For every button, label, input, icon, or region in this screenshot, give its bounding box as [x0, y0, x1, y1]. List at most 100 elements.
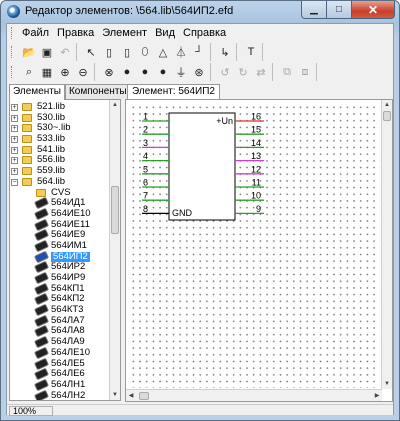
folder-icon: [22, 167, 32, 176]
pin-number[interactable]: 14: [251, 138, 261, 148]
pin-number[interactable]: 5: [143, 164, 148, 174]
pin-number[interactable]: 3: [143, 138, 148, 148]
ground-pin-label[interactable]: GND: [172, 208, 193, 218]
expand-icon[interactable]: +: [11, 157, 18, 165]
scroll-up-icon[interactable]: ▲: [110, 100, 120, 110]
pin-number[interactable]: 8: [143, 204, 148, 214]
toolbar-grip[interactable]: [11, 46, 14, 58]
expand-icon[interactable]: +: [11, 114, 18, 122]
no-connect-icon[interactable]: ⊗: [101, 64, 117, 80]
component-symbol[interactable]: 12345678161514131211109+UnGND: [128, 102, 380, 388]
scroll-right-icon[interactable]: ▶: [372, 391, 382, 401]
tree-element[interactable]: 564ЛЕ10: [10, 346, 110, 359]
tree-element[interactable]: 564ЛН1: [10, 379, 110, 391]
swap-icon[interactable]: ⇄: [253, 64, 269, 80]
pin-number[interactable]: 15: [251, 125, 261, 135]
editor-area: 1 2 3 4 5 6 7 8 16 15 14 13 12 11 10 9 +Un GND ▲ ▼ ◀ ▶: [125, 99, 393, 402]
tree-item-label: 564ЛЕ10: [51, 346, 90, 358]
menu-element[interactable]: Элемент: [98, 27, 151, 39]
pin-number[interactable]: 2: [143, 125, 148, 135]
save-icon[interactable]: ▣: [39, 44, 55, 60]
pin-number[interactable]: 16: [251, 112, 261, 122]
power-pin-icon[interactable]: ⊛: [191, 64, 207, 80]
power-pin-label[interactable]: +Un: [216, 116, 233, 126]
line-icon[interactable]: ┘: [191, 44, 207, 60]
tab-components[interactable]: Компоненты: [64, 84, 131, 99]
rotate-right-icon[interactable]: ↻: [235, 64, 251, 80]
undo-icon[interactable]: ↶: [57, 44, 73, 60]
editor-vertical-scrollbar[interactable]: ▲ ▼: [381, 100, 392, 389]
zoom-fit-icon[interactable]: ⌕: [21, 64, 37, 80]
expand-icon[interactable]: +: [11, 136, 18, 144]
folder-icon: [22, 113, 32, 122]
open-folder-icon[interactable]: 📂: [21, 44, 37, 60]
chip-icon: [35, 337, 48, 348]
triangle-bar-icon[interactable]: ⏃: [173, 44, 189, 60]
pin-number[interactable]: 4: [143, 151, 148, 161]
close-icon: ✕: [367, 2, 379, 17]
tab-elements[interactable]: Элементы: [9, 84, 65, 100]
pin-green-icon[interactable]: ●: [119, 64, 135, 80]
pin-number[interactable]: 9: [256, 204, 261, 214]
collapse-icon[interactable]: −: [11, 178, 18, 186]
zoom-in-icon[interactable]: ⊕: [57, 64, 73, 80]
editor-hscroll-thumb[interactable]: [139, 392, 149, 400]
drawing-canvas[interactable]: 1 2 3 4 5 6 7 8 16 15 14 13 12 11 10 9 +Un GND: [128, 102, 380, 388]
rotate-left-icon[interactable]: ↺: [217, 64, 233, 80]
expand-icon[interactable]: +: [11, 125, 18, 133]
pin-number[interactable]: 6: [143, 178, 148, 188]
menu-file[interactable]: Файл: [18, 27, 53, 39]
scroll-left-icon[interactable]: ◀: [126, 391, 136, 401]
chip-icon: [35, 305, 48, 316]
zoom-out-icon[interactable]: ⊖: [75, 64, 91, 80]
pin-number[interactable]: 7: [143, 191, 148, 201]
pin-yellow-icon[interactable]: ●: [155, 64, 171, 80]
ellipse-icon[interactable]: ⬯: [137, 44, 153, 60]
text-tool-icon[interactable]: T: [243, 44, 259, 60]
menu-help[interactable]: Справка: [179, 27, 230, 39]
editor-horizontal-scrollbar[interactable]: ◀ ▶: [126, 389, 382, 401]
tree-scrollbar[interactable]: ▲ ▼: [109, 100, 120, 400]
expand-icon[interactable]: +: [11, 104, 18, 111]
title-bar[interactable]: Редактор элементов: \564.lib\564ИП2.efd …: [1, 1, 399, 23]
pin-number[interactable]: 13: [251, 151, 261, 161]
client-area: Файл Правка Элемент Вид Справка 📂 ▣ ↶ ↖ ▯ ▯ ⬯ △…: [6, 23, 394, 416]
expand-icon[interactable]: +: [11, 146, 18, 154]
rounded-rectangle-icon[interactable]: ▯: [119, 44, 135, 60]
scroll-up-icon[interactable]: ▲: [382, 100, 392, 110]
pin-number[interactable]: 12: [251, 164, 261, 174]
ground-icon[interactable]: ⏚: [173, 64, 189, 80]
grid-icon[interactable]: ▦: [39, 64, 55, 80]
pin-number[interactable]: 1: [143, 112, 148, 122]
tree-folder[interactable]: − 564.lib: [10, 176, 110, 188]
component-body[interactable]: [168, 112, 236, 221]
zoom-level: 100%: [9, 406, 53, 416]
triangle-icon[interactable]: △: [155, 44, 171, 60]
ungroup-icon[interactable]: ⧈: [297, 64, 313, 80]
tree-scroll-thumb[interactable]: [111, 186, 119, 234]
group-icon[interactable]: ⧉: [279, 64, 295, 80]
expand-icon[interactable]: +: [11, 168, 18, 176]
tab-element-editor[interactable]: Элемент: 564ИП2: [127, 84, 220, 99]
tree-element[interactable]: 564ИЕ10: [10, 208, 110, 220]
pin-number[interactable]: 11: [252, 178, 261, 188]
rectangle-icon[interactable]: ▯: [101, 44, 117, 60]
app-icon: [7, 5, 20, 18]
pin-magenta-icon[interactable]: ●: [137, 64, 153, 80]
minimize-button[interactable]: ▁: [301, 1, 327, 19]
pin-number[interactable]: 10: [251, 191, 261, 201]
menu-grip[interactable]: [11, 27, 14, 39]
menu-view[interactable]: Вид: [151, 27, 179, 39]
library-tree[interactable]: +521.lib +530.lib +530~.lib +533.lib +541.li…: [9, 99, 121, 401]
editor-vscroll-thumb[interactable]: [383, 111, 391, 121]
menu-edit[interactable]: Правка: [53, 27, 98, 39]
close-button[interactable]: ✕: [352, 1, 395, 19]
folder-icon: [22, 103, 32, 111]
pin-icon[interactable]: ↳: [217, 44, 233, 60]
scroll-down-icon[interactable]: ▼: [110, 390, 120, 400]
scroll-down-icon[interactable]: ▼: [382, 379, 392, 389]
pointer-icon[interactable]: ↖: [83, 44, 99, 60]
chip-icon: [35, 390, 48, 400]
toolbar-grip[interactable]: [11, 66, 14, 78]
maximize-button[interactable]: □: [327, 1, 352, 19]
